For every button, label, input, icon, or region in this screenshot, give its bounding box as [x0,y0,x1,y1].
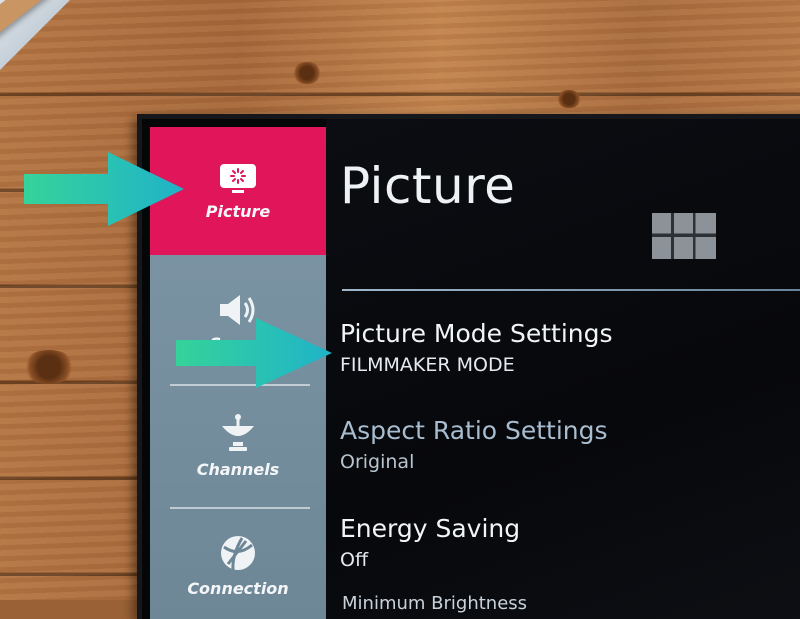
settings-panel: Picture Picture Mode Settings FILMMAKER … [326,119,800,619]
page-title: Picture [340,157,516,215]
sidebar-item-label: Picture [205,201,271,221]
annotation-arrow-icon [176,318,332,388]
picture-icon [220,163,256,193]
wood-knot [292,62,322,84]
setting-name: Picture Mode Settings [340,319,613,348]
globe-icon [221,535,255,570]
setting-energy-saving[interactable]: Energy Saving Off [340,514,520,571]
setting-minimum-brightness-partial[interactable]: Minimum Brightness [342,593,527,614]
sidebar-item-label: Connection [187,578,289,598]
window-reflection [652,213,716,259]
setting-picture-mode[interactable]: Picture Mode Settings FILMMAKER MODE [340,319,613,376]
title-divider [342,289,800,291]
wood-knot [22,350,76,384]
setting-name: Energy Saving [340,514,521,543]
annotation-arrow-icon [24,152,184,226]
sidebar-divider [170,507,310,509]
wood-knot [556,90,582,108]
sidebar-item-label: Channels [196,459,280,479]
setting-value: FILMMAKER MODE [340,354,515,376]
sidebar-item-channels[interactable]: Channels [150,389,326,501]
setting-aspect-ratio[interactable]: Aspect Ratio Settings Original [340,416,608,473]
satellite-dish-icon [222,413,254,451]
setting-value: Off [340,549,369,571]
setting-name: Aspect Ratio Settings [340,416,608,445]
sidebar-item-connection[interactable]: Connection [150,511,326,619]
setting-value: Original [340,451,415,473]
